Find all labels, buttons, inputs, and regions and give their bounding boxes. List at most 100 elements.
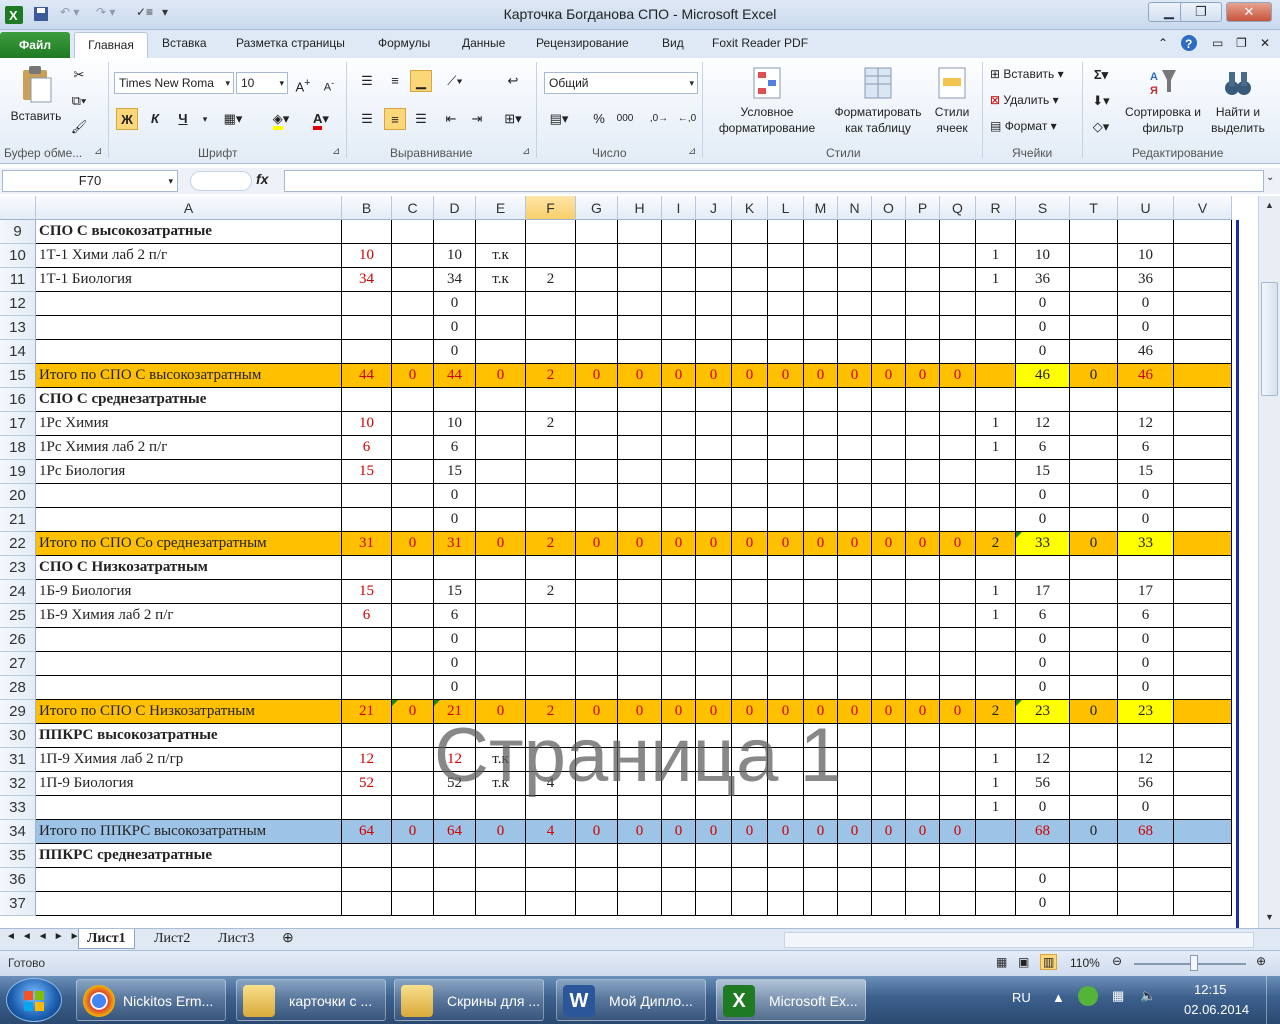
cell-n37[interactable]: [838, 892, 872, 916]
cell-c26[interactable]: [392, 628, 434, 652]
percent-icon[interactable]: %: [588, 108, 610, 130]
cell-c12[interactable]: [392, 292, 434, 316]
cell-r22[interactable]: 2: [976, 532, 1016, 556]
cell-j27[interactable]: [696, 652, 732, 676]
cell-k23[interactable]: [732, 556, 768, 580]
cell-s15[interactable]: 46: [1016, 364, 1070, 388]
cell-m14[interactable]: [804, 340, 838, 364]
row-header-18[interactable]: 18: [0, 436, 36, 460]
cell-s9[interactable]: [1016, 220, 1070, 244]
copy-icon[interactable]: ⧉▾: [68, 90, 90, 112]
cell-k10[interactable]: [732, 244, 768, 268]
cell-t29[interactable]: 0: [1070, 700, 1118, 724]
cell-o22[interactable]: 0: [872, 532, 906, 556]
cell-j10[interactable]: [696, 244, 732, 268]
cell-b11[interactable]: 34: [342, 268, 392, 292]
cell-p17[interactable]: [906, 412, 940, 436]
cell-q26[interactable]: [940, 628, 976, 652]
cell-v14[interactable]: [1174, 340, 1232, 364]
cell-n15[interactable]: 0: [838, 364, 872, 388]
cell-k22[interactable]: 0: [732, 532, 768, 556]
cell-j35[interactable]: [696, 844, 732, 868]
cell-a11[interactable]: 1Т-1 Биология: [36, 268, 342, 292]
orientation-icon[interactable]: ⟋▾: [444, 70, 466, 92]
cell-p15[interactable]: 0: [906, 364, 940, 388]
cell-e28[interactable]: [476, 676, 526, 700]
cell-u29[interactable]: 23: [1118, 700, 1174, 724]
cell-f26[interactable]: [526, 628, 576, 652]
cell-g20[interactable]: [576, 484, 618, 508]
align-middle-icon[interactable]: ≡: [384, 70, 406, 92]
cell-r29[interactable]: 2: [976, 700, 1016, 724]
row-header-11[interactable]: 11: [0, 268, 36, 292]
underline-button[interactable]: Ч: [172, 108, 194, 130]
cell-t34[interactable]: 0: [1070, 820, 1118, 844]
cell-b18[interactable]: 6: [342, 436, 392, 460]
cell-e34[interactable]: 0: [476, 820, 526, 844]
doc-close-icon[interactable]: ✕: [1260, 36, 1270, 50]
cell-s29[interactable]: 23: [1016, 700, 1070, 724]
font-color-icon[interactable]: A▾: [310, 108, 332, 130]
cell-r11[interactable]: 1: [976, 268, 1016, 292]
cell-n32[interactable]: [838, 772, 872, 796]
cell-q23[interactable]: [940, 556, 976, 580]
cell-u20[interactable]: 0: [1118, 484, 1174, 508]
cell-n20[interactable]: [838, 484, 872, 508]
maximize-button[interactable]: ❐: [1180, 2, 1222, 22]
cell-c17[interactable]: [392, 412, 434, 436]
cell-f15[interactable]: 2: [526, 364, 576, 388]
cell-n12[interactable]: [838, 292, 872, 316]
row-header-34[interactable]: 34: [0, 820, 36, 844]
row-header-23[interactable]: 23: [0, 556, 36, 580]
cell-g13[interactable]: [576, 316, 618, 340]
cell-q13[interactable]: [940, 316, 976, 340]
cell-b34[interactable]: 64: [342, 820, 392, 844]
cell-d21[interactable]: 0: [434, 508, 476, 532]
cell-j9[interactable]: [696, 220, 732, 244]
cell-a26[interactable]: [36, 628, 342, 652]
cell-l30[interactable]: [768, 724, 804, 748]
cell-n16[interactable]: [838, 388, 872, 412]
cell-s24[interactable]: 17: [1016, 580, 1070, 604]
cell-e30[interactable]: [476, 724, 526, 748]
cell-l23[interactable]: [768, 556, 804, 580]
cell-q24[interactable]: [940, 580, 976, 604]
cell-v29[interactable]: [1174, 700, 1232, 724]
cell-e31[interactable]: т.к: [476, 748, 526, 772]
collapse-ribbon-icon[interactable]: ⌃: [1158, 36, 1168, 50]
cell-v12[interactable]: [1174, 292, 1232, 316]
cell-i18[interactable]: [662, 436, 696, 460]
normal-view-icon[interactable]: ▦: [996, 955, 1007, 969]
cell-h36[interactable]: [618, 868, 662, 892]
cell-i16[interactable]: [662, 388, 696, 412]
cell-r10[interactable]: 1: [976, 244, 1016, 268]
cell-p9[interactable]: [906, 220, 940, 244]
cell-r20[interactable]: [976, 484, 1016, 508]
align-right-icon[interactable]: ☰: [410, 108, 432, 130]
cell-f22[interactable]: 2: [526, 532, 576, 556]
cell-b9[interactable]: [342, 220, 392, 244]
cell-f34[interactable]: 4: [526, 820, 576, 844]
sheet-tab-3[interactable]: Лист3: [210, 929, 262, 949]
cell-p16[interactable]: [906, 388, 940, 412]
tab-formulas[interactable]: Формулы: [378, 36, 430, 50]
cell-s37[interactable]: 0: [1016, 892, 1070, 916]
cell-h34[interactable]: 0: [618, 820, 662, 844]
cell-r19[interactable]: [976, 460, 1016, 484]
cell-p18[interactable]: [906, 436, 940, 460]
cell-p26[interactable]: [906, 628, 940, 652]
cell-d20[interactable]: 0: [434, 484, 476, 508]
cell-k18[interactable]: [732, 436, 768, 460]
cell-a29[interactable]: Итого по СПО С Низкозатратным: [36, 700, 342, 724]
column-header-f[interactable]: F: [526, 196, 576, 220]
cell-k32[interactable]: [732, 772, 768, 796]
cell-k21[interactable]: [732, 508, 768, 532]
cell-m16[interactable]: [804, 388, 838, 412]
taskbar-word[interactable]: W Мой Диплo...: [556, 979, 706, 1021]
formula-input[interactable]: [284, 170, 1264, 192]
cell-r9[interactable]: [976, 220, 1016, 244]
cell-s28[interactable]: 0: [1016, 676, 1070, 700]
row-header-36[interactable]: 36: [0, 868, 36, 892]
cell-n10[interactable]: [838, 244, 872, 268]
cell-n35[interactable]: [838, 844, 872, 868]
